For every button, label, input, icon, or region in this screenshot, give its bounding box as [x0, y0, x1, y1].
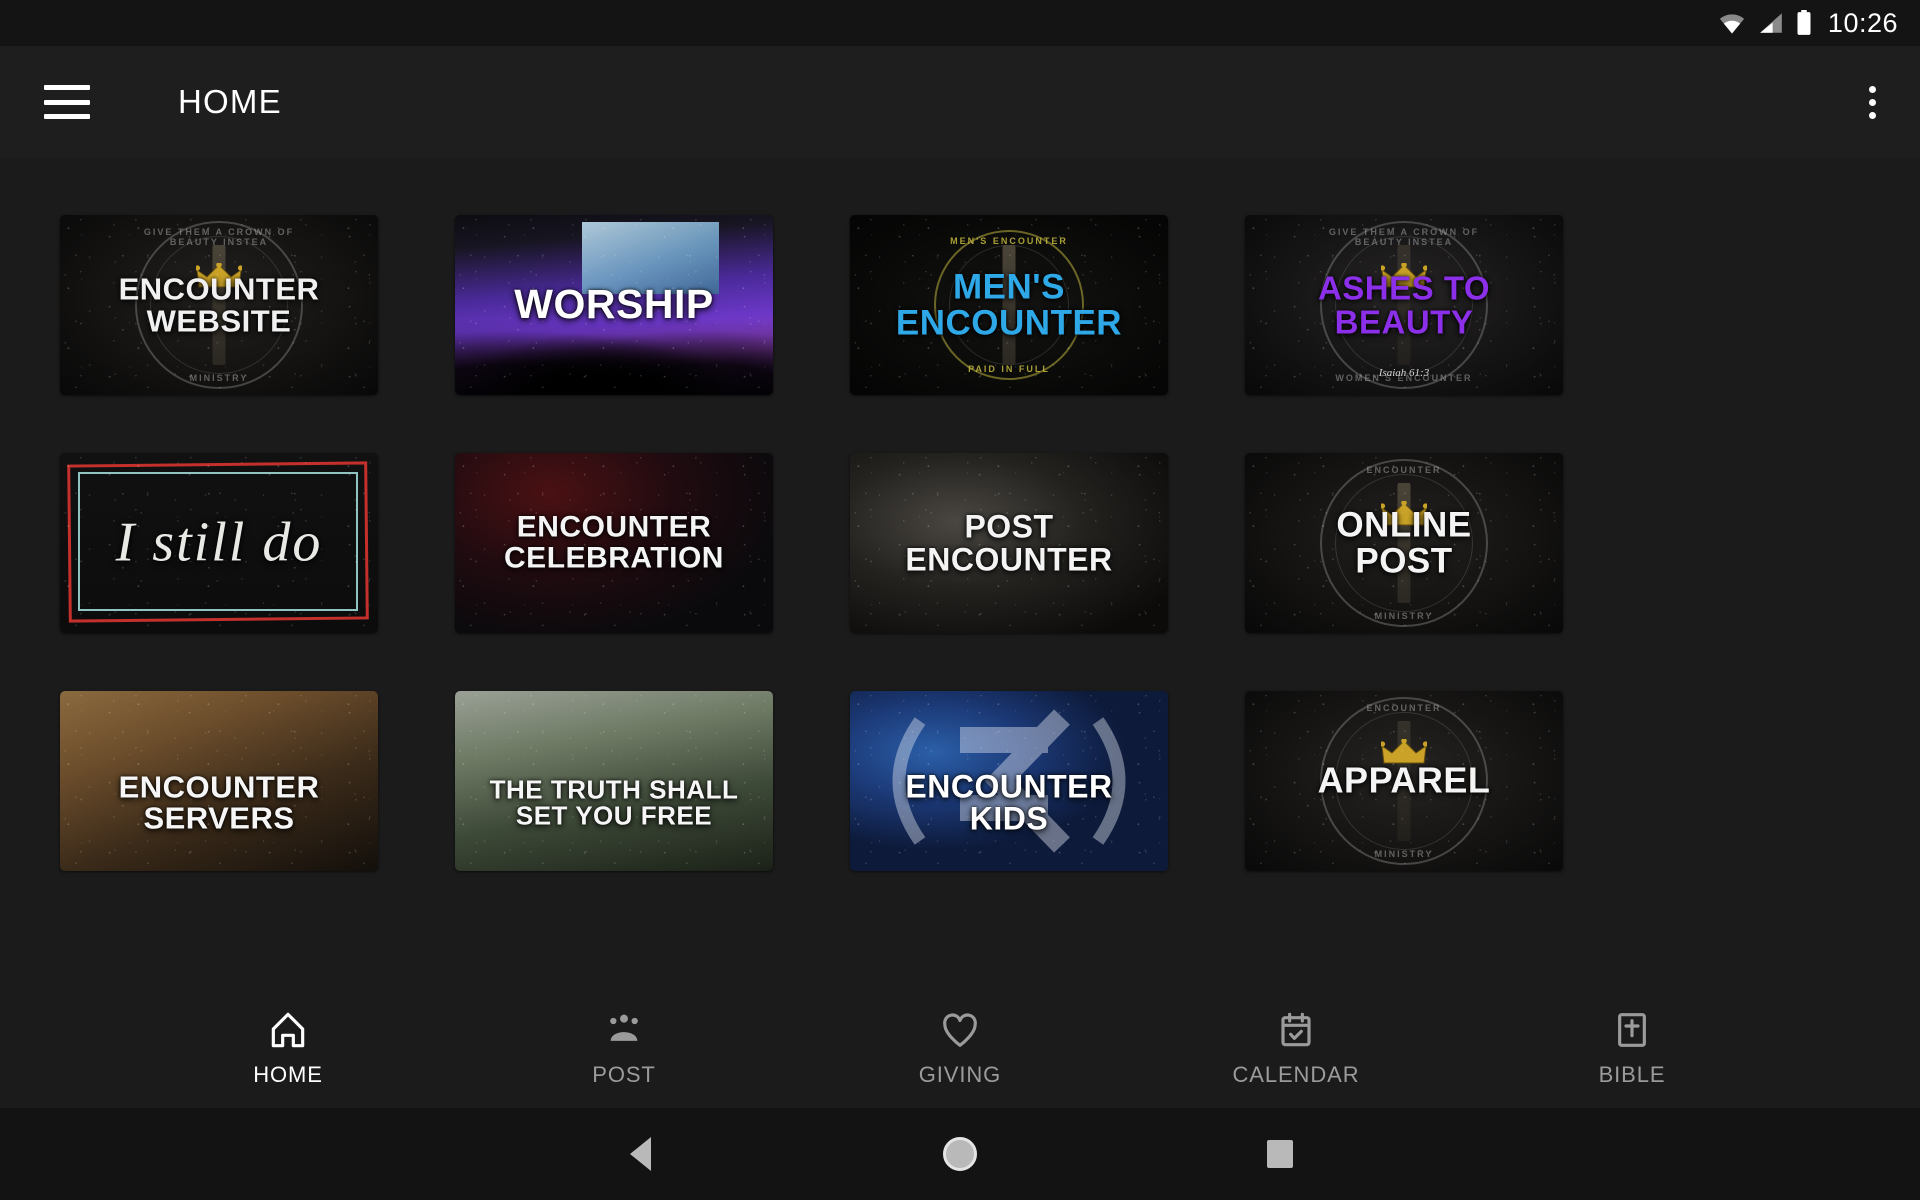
more-vertical-icon[interactable]: [1850, 80, 1894, 124]
tile-encounter-kids[interactable]: ENCOUNTER KIDS: [850, 691, 1168, 871]
tile-background: [455, 453, 773, 633]
nav-item-bible[interactable]: BIBLE: [1464, 990, 1800, 1108]
heart-icon: [940, 1010, 980, 1050]
status-icons: [1718, 10, 1812, 36]
tile-background: [850, 453, 1168, 633]
nav-item-label: GIVING: [918, 1062, 1002, 1087]
tile-worship[interactable]: WORSHIP: [455, 215, 773, 395]
recents-square-icon[interactable]: [1245, 1119, 1315, 1189]
nav-item-label: CALENDAR: [1232, 1062, 1360, 1087]
tile-background: [60, 215, 378, 395]
app-bar: HOME: [0, 46, 1920, 158]
tile-grid: GIVE THEM A CROWN OF BEAUTY INSTEA MINIST…: [60, 215, 1860, 871]
tile-background: [1245, 453, 1563, 633]
tile-encounter-website[interactable]: GIVE THEM A CROWN OF BEAUTY INSTEA MINIST…: [60, 215, 378, 395]
back-triangle-icon[interactable]: [605, 1119, 675, 1189]
battery-icon: [1796, 10, 1812, 36]
status-clock: 10:26: [1827, 7, 1898, 38]
people-icon: [604, 1010, 644, 1050]
home-icon: [268, 1010, 308, 1050]
crowd-silhouette-decoration: [455, 319, 773, 395]
hamburger-menu-icon[interactable]: [44, 85, 90, 119]
tile-background: [1245, 691, 1563, 871]
tile-ashes-to-beauty[interactable]: GIVE THEM A CROWN OF BEAUTY INSTEA WOMEN'…: [1245, 215, 1563, 395]
android-system-navigation: [0, 1108, 1920, 1200]
cellular-signal-icon: [1758, 12, 1784, 34]
nav-item-giving[interactable]: GIVING: [792, 990, 1128, 1108]
tile-background: [455, 691, 773, 871]
tile-apparel[interactable]: ENCOUNTER MINISTRY APPAREL: [1245, 691, 1563, 871]
nav-item-label: HOME: [253, 1062, 323, 1087]
nav-item-home[interactable]: HOME: [120, 990, 456, 1108]
nav-item-calendar[interactable]: CALENDAR: [1128, 990, 1464, 1108]
calendar-check-icon: [1276, 1010, 1316, 1050]
tile-verse-reference: Isaiah 61:3: [1378, 367, 1430, 379]
app-root: 10:26 HOME GIVE THEM A CROWN OF BEAUTY I…: [0, 0, 1920, 1200]
tile-i-still-do[interactable]: I still do: [60, 453, 378, 633]
teal-frame-decoration: [78, 472, 358, 611]
nav-item-label: BIBLE: [1598, 1062, 1666, 1087]
nav-item-post[interactable]: POST: [456, 990, 792, 1108]
tile-online-post[interactable]: ENCOUNTER MINISTRY ONLINE POST: [1245, 453, 1563, 633]
nav-item-label: POST: [592, 1062, 656, 1087]
tile-background: [850, 215, 1168, 395]
tile-post-encounter[interactable]: POST ENCOUNTER: [850, 453, 1168, 633]
page-title: HOME: [178, 83, 282, 120]
status-bar: 10:26: [0, 0, 1920, 46]
wifi-icon: [1718, 12, 1746, 34]
home-circle-icon[interactable]: [925, 1119, 995, 1189]
tile-truth-shall-set-you-free[interactable]: THE TRUTH SHALL SET YOU FREE: [455, 691, 773, 871]
tile-background: [60, 691, 378, 871]
bottom-navigation: HOME POST GIVING CALENDAR BIBLE: [0, 990, 1920, 1108]
bible-book-icon: [1612, 1010, 1652, 1050]
tile-encounter-celebration[interactable]: ENCOUNTER CELEBRATION: [455, 453, 773, 633]
projection-screen-decoration: [582, 222, 719, 295]
tile-mens-encounter[interactable]: MEN'S ENCOUNTER PAID IN FULL MEN'S ENCOUNTE…: [850, 215, 1168, 395]
tile-encounter-servers[interactable]: ENCOUNTER SERVERS: [60, 691, 378, 871]
